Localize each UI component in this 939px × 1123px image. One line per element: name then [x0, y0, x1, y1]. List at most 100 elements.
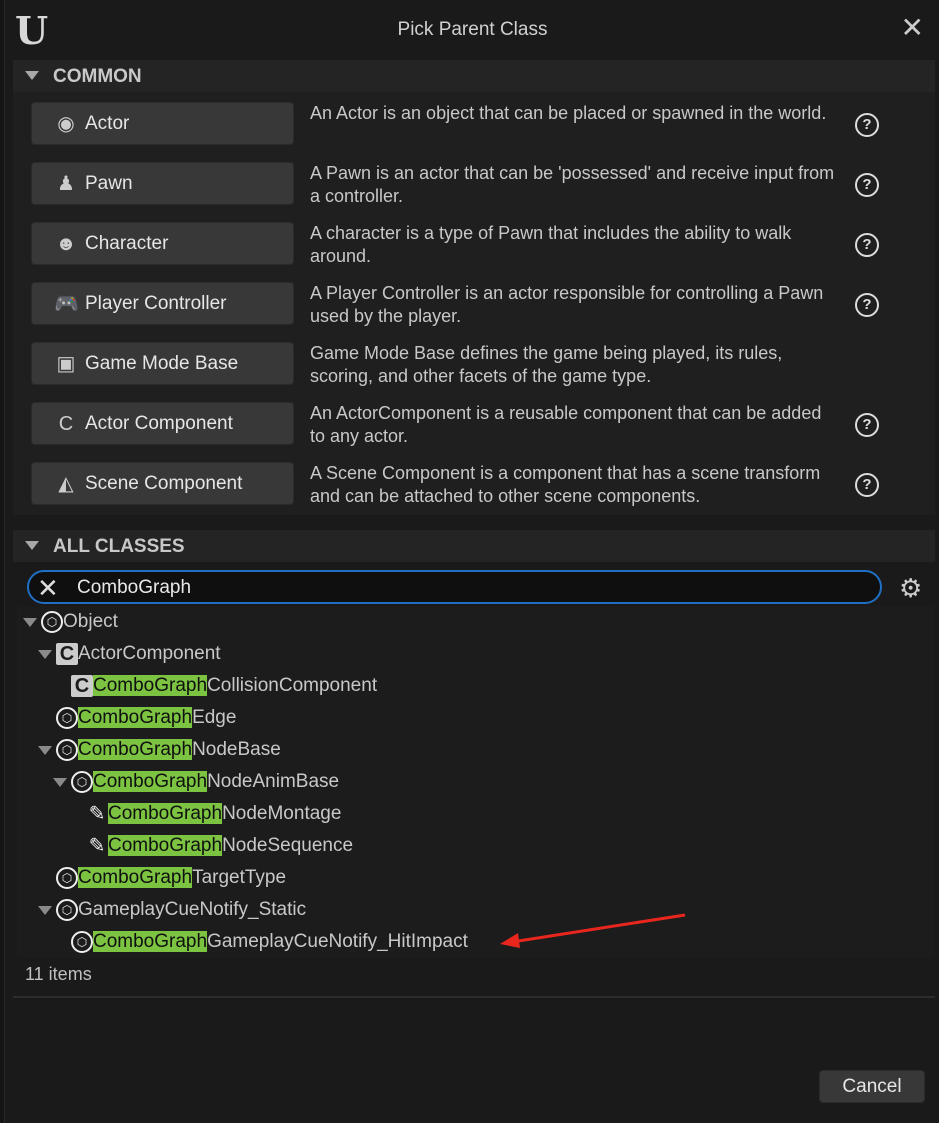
help-icon[interactable]: ?: [855, 113, 879, 137]
common-class-button[interactable]: ♟ Pawn: [31, 162, 294, 205]
tree-item-label: Object: [63, 611, 118, 633]
class-name: NodeSequence: [222, 835, 354, 856]
common-class-button[interactable]: ◉ Actor: [31, 102, 294, 145]
object-class-icon: ⬡: [56, 739, 78, 761]
class-name: ActorComponent: [78, 643, 221, 664]
search-match-highlight: ComboGraph: [108, 803, 223, 824]
component-icon: C: [58, 413, 74, 435]
class-name: NodeMontage: [222, 803, 342, 824]
common-class-button[interactable]: 🎮 Player Controller: [31, 282, 294, 325]
tree-item[interactable]: ⬡ ComboGraphNodeAnimBase: [17, 766, 917, 798]
tree-item[interactable]: ✎ ComboGraphNodeMontage: [17, 798, 917, 830]
tree-item[interactable]: C ComboGraphCollisionComponent: [17, 670, 917, 702]
class-description: An ActorComponent is a reusable componen…: [310, 403, 822, 446]
expand-arrow-icon[interactable]: [53, 778, 67, 787]
tree-item-label: ComboGraphNodeSequence: [108, 835, 353, 857]
class-description: A character is a type of Pawn that inclu…: [310, 223, 792, 266]
cancel-button[interactable]: Cancel: [819, 1070, 925, 1103]
object-class-icon: ⬡: [71, 771, 93, 793]
class-name: Edge: [192, 707, 237, 728]
dialog-title: Pick Parent Class: [397, 19, 548, 40]
tree-item[interactable]: ✎ ComboGraphNodeSequence: [17, 830, 917, 862]
tree-item[interactable]: ⬡ ComboGraphGameplayCueNotify_HitImpact: [17, 926, 917, 958]
component-class-icon: C: [56, 643, 78, 665]
help-icon[interactable]: ?: [855, 233, 879, 257]
search-match-highlight: ComboGraph: [93, 675, 208, 696]
expand-arrow-icon[interactable]: [38, 746, 52, 755]
game-mode-icon: ▣: [56, 353, 76, 375]
character-icon: ☻: [55, 233, 77, 255]
expand-arrow-icon[interactable]: [38, 650, 52, 659]
expand-arrow-icon[interactable]: [38, 906, 52, 915]
common-section-header[interactable]: COMMON: [13, 60, 935, 92]
expand-arrow-icon[interactable]: [23, 618, 37, 627]
pawn-icon: ♟: [57, 173, 75, 195]
component-class-icon: C: [71, 675, 93, 697]
class-description: An Actor is an object that can be placed…: [310, 103, 827, 123]
class-name: NodeBase: [192, 739, 281, 760]
tree-item-label: ComboGraphNodeAnimBase: [93, 771, 339, 793]
title-bar: U Pick Parent Class ✕: [5, 0, 939, 60]
tree-item-label: ComboGraphGameplayCueNotify_HitImpact: [93, 931, 468, 953]
object-class-icon: ⬡: [41, 611, 63, 633]
common-class-row: ♟ Pawn A Pawn is an actor that can be 'po…: [13, 152, 935, 212]
common-class-row: ☻ Character A character is a type of Pawn…: [13, 212, 935, 272]
class-tree: ⬡ Object C ActorComponent C ComboGraphCollisi…: [17, 606, 933, 958]
item-count: 11 items: [25, 964, 92, 984]
help-icon[interactable]: ?: [855, 413, 879, 437]
tree-item[interactable]: ⬡ GameplayCueNotify_Static: [17, 894, 917, 926]
common-class-button[interactable]: C Actor Component: [31, 402, 294, 445]
tree-item[interactable]: ⬡ ComboGraphEdge: [17, 702, 917, 734]
object-class-icon: ⬡: [56, 707, 78, 729]
common-class-button[interactable]: ◭ Scene Component: [31, 462, 294, 505]
help-icon[interactable]: ?: [855, 473, 879, 497]
class-description: A Player Controller is an actor responsi…: [310, 283, 824, 326]
clear-search-icon[interactable]: ✕: [37, 573, 59, 604]
help-icon[interactable]: ?: [855, 173, 879, 197]
class-search-box: ✕: [27, 570, 882, 604]
tree-item[interactable]: C ActorComponent: [17, 638, 917, 670]
common-class-row: C Actor Component An ActorComponent is a …: [13, 392, 935, 452]
class-label: Pawn: [85, 173, 133, 194]
class-name: TargetType: [192, 867, 287, 888]
class-label: Game Mode Base: [85, 353, 239, 374]
class-label: Scene Component: [85, 473, 243, 494]
divider: [13, 996, 935, 998]
class-label: Actor: [85, 113, 130, 134]
tree-item[interactable]: ⬡ ComboGraphTargetType: [17, 862, 917, 894]
tree-item-label: ComboGraphTargetType: [78, 867, 286, 889]
tree-item-label: ComboGraphNodeMontage: [108, 803, 341, 825]
tree-item-label: ComboGraphNodeBase: [78, 739, 281, 761]
object-class-icon: ⬡: [56, 899, 78, 921]
class-description: Game Mode Base defines the game being pl…: [310, 343, 783, 386]
tree-item-label: ActorComponent: [78, 643, 221, 665]
common-class-row: 🎮 Player Controller A Player Controller i…: [13, 272, 935, 332]
class-name: CollisionComponent: [207, 675, 378, 696]
montage-class-icon: ✎: [88, 835, 106, 857]
common-class-button[interactable]: ☻ Character: [31, 222, 294, 265]
class-search-input[interactable]: [77, 576, 857, 600]
actor-icon: ◉: [57, 113, 75, 135]
collapse-arrow-icon: [25, 541, 39, 550]
search-match-highlight: ComboGraph: [78, 707, 193, 728]
class-name: Object: [63, 611, 118, 632]
scene-component-icon: ◭: [58, 473, 74, 495]
class-name: GameplayCueNotify_HitImpact: [207, 931, 468, 952]
common-class-row: ▣ Game Mode Base Game Mode Base defines t…: [13, 332, 935, 392]
tree-item[interactable]: ⬡ Object: [17, 606, 917, 638]
all-classes-header-label: ALL CLASSES: [53, 536, 185, 557]
help-icon[interactable]: ?: [855, 293, 879, 317]
close-button[interactable]: ✕: [901, 14, 924, 42]
class-description: A Scene Component is a component that ha…: [310, 463, 821, 506]
settings-gear-icon[interactable]: ⚙: [899, 573, 922, 604]
tree-item[interactable]: ⬡ ComboGraphNodeBase: [17, 734, 917, 766]
all-classes-section-header[interactable]: ALL CLASSES: [13, 530, 935, 562]
search-match-highlight: ComboGraph: [108, 835, 223, 856]
common-class-row: ◉ Actor An Actor is an object that can be…: [13, 92, 935, 152]
common-class-button[interactable]: ▣ Game Mode Base: [31, 342, 294, 385]
class-label: Character: [85, 233, 169, 254]
search-match-highlight: ComboGraph: [78, 739, 193, 760]
object-class-icon: ⬡: [56, 867, 78, 889]
collapse-arrow-icon: [25, 71, 39, 80]
class-label: Actor Component: [85, 413, 233, 434]
